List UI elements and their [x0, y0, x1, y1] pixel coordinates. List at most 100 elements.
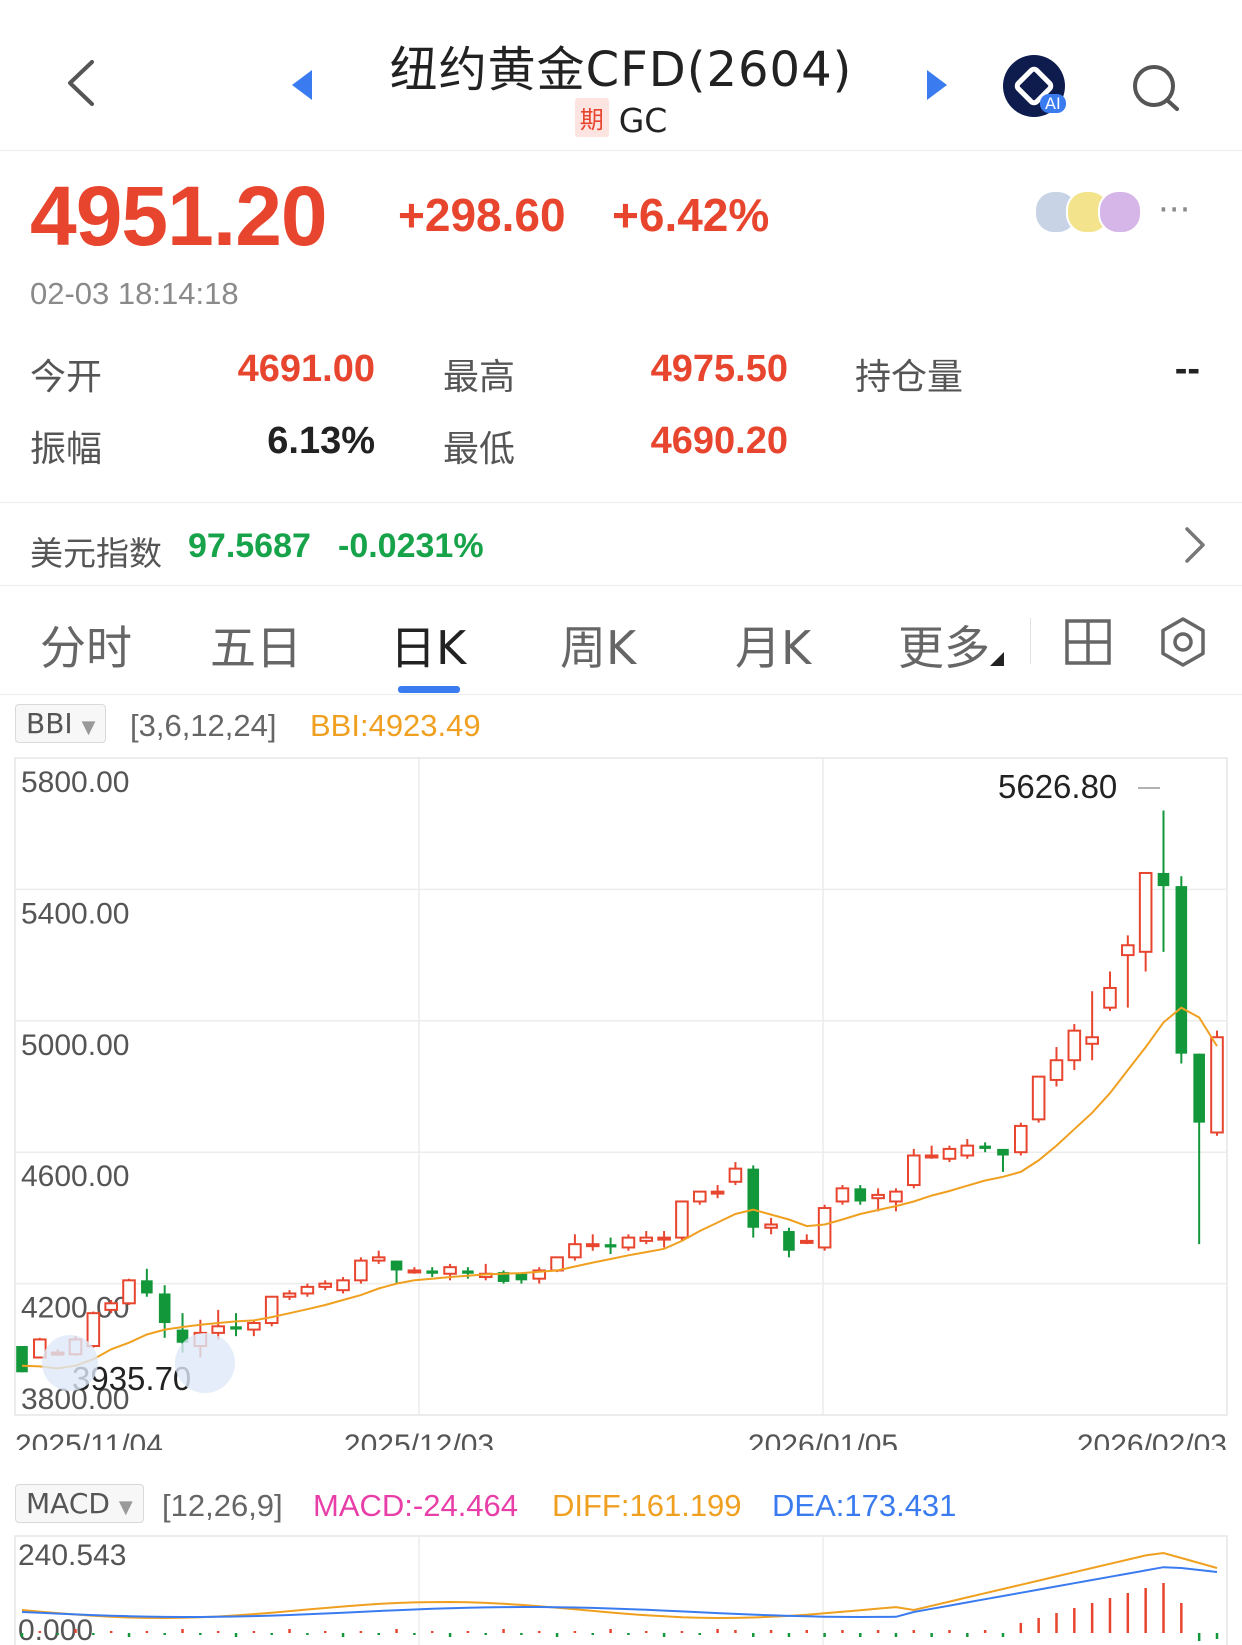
user-avatars[interactable] [1034, 190, 1144, 234]
open-interest-value: -- [1174, 348, 1200, 390]
active-tab-indicator [398, 686, 460, 693]
candle-body [1193, 1053, 1205, 1123]
candle-body [1049, 1059, 1064, 1081]
y-tick-label: 5800.00 [21, 766, 129, 799]
candle-body [799, 1239, 814, 1244]
dea-value: DEA:173.431 [772, 1488, 957, 1523]
candle-body [604, 1244, 617, 1248]
candle-body [889, 1190, 903, 1203]
scroll-left-icon [42, 1335, 98, 1391]
x-axis-date-label: 2026/02/03 [1077, 1429, 1227, 1450]
settings-gear-icon[interactable] [1157, 616, 1209, 668]
dropdown-corner-icon [990, 652, 1004, 666]
open-label: 今开 [30, 357, 103, 398]
price-change: +298.60 [398, 189, 566, 241]
tab-bar-divider [0, 694, 1242, 695]
candle-body [390, 1260, 403, 1271]
tab-more[interactable]: 更多 [898, 612, 1004, 678]
candle-body [318, 1282, 333, 1288]
candle-body [158, 1293, 171, 1324]
max-price-label: 5626.80 [998, 768, 1117, 805]
candle-body [675, 1200, 689, 1239]
x-axis-date-label: 2025/11/04 [15, 1429, 163, 1450]
tab-intraday[interactable]: 分时 [40, 612, 132, 678]
more-icon[interactable]: ··· [1158, 190, 1190, 230]
tab-daily-k[interactable]: 日K [390, 612, 466, 678]
candle-body [835, 1187, 850, 1203]
price-change-percent: +6.42% [612, 189, 770, 241]
layout-grid-icon[interactable] [1064, 618, 1112, 666]
bbi-value: BBI:4923.49 [310, 708, 481, 743]
low-label: 最低 [443, 429, 516, 470]
candle-body [783, 1231, 795, 1251]
candle-body [462, 1270, 474, 1274]
tab-more-label: 更多 [898, 621, 990, 675]
tab-five-day[interactable]: 五日 [210, 612, 302, 678]
indicator-name: BBI [26, 707, 73, 740]
candle-body [764, 1223, 778, 1229]
kline-chart[interactable]: 5800.005400.005000.004600.004200.003800.… [0, 750, 1242, 1450]
candle-body [1103, 986, 1117, 1009]
candle-body [657, 1236, 671, 1241]
candle-body [515, 1273, 528, 1281]
tab-monthly-k[interactable]: 月K [735, 612, 811, 678]
candle-body [568, 1243, 582, 1259]
fullscreen-icon [175, 1333, 235, 1393]
x-axis-date-label: 2025/12/03 [344, 1429, 494, 1450]
candle-body [854, 1188, 867, 1202]
candle-body [1031, 1075, 1046, 1121]
dollar-index-change: -0.0231% [338, 527, 484, 565]
candle-body [407, 1269, 422, 1274]
candle-body [747, 1168, 760, 1228]
candle-body [960, 1144, 975, 1157]
indicator-name: MACD [26, 1487, 110, 1520]
tab-weekly-k[interactable]: 周K [560, 612, 636, 678]
candle-body [979, 1145, 991, 1149]
candle-body [585, 1243, 600, 1248]
candle-body [104, 1302, 118, 1311]
candle-body [906, 1154, 921, 1187]
candle-body [230, 1326, 242, 1330]
candle-body [300, 1285, 315, 1295]
x-axis-date-label: 2026/01/05 [748, 1429, 898, 1450]
candle-body [1138, 871, 1153, 953]
candle-body [1175, 886, 1188, 1054]
candle-body [122, 1279, 136, 1305]
high-value: 4975.50 [650, 348, 788, 390]
candle-body [1157, 872, 1170, 887]
candle-body [1085, 1036, 1099, 1045]
dropdown-arrow-icon: ▼ [81, 717, 96, 738]
macd-params: [12,26,9] [162, 1488, 283, 1523]
indicator-selector-bbi[interactable]: BBI ▼ [15, 704, 107, 743]
candle-body [621, 1236, 636, 1249]
candle-body [639, 1236, 654, 1242]
tab-divider [1030, 618, 1031, 664]
candle-body [141, 1280, 153, 1294]
indicator-selector-macd[interactable]: MACD ▼ [15, 1484, 144, 1523]
macd-frame [14, 1535, 1228, 1645]
open-interest-label: 持仓量 [855, 357, 964, 398]
candle-body [710, 1190, 725, 1195]
candle-body [336, 1279, 350, 1292]
candle-body [282, 1292, 297, 1298]
search-icon[interactable] [1130, 62, 1182, 114]
open-value: 4691.00 [237, 348, 375, 390]
quote-timestamp: 02-03 18:14:18 [30, 276, 239, 311]
macd-dea-line [21, 1566, 1218, 1619]
candle-body [1210, 1036, 1224, 1134]
candle-body [264, 1295, 279, 1325]
candle-body [1121, 944, 1135, 957]
candle-body [371, 1256, 386, 1262]
ai-assistant-button[interactable]: AI [1002, 54, 1066, 118]
amplitude-value: 6.13% [267, 420, 375, 462]
bbi-line [21, 1006, 1218, 1370]
dollar-index-row[interactable]: 美元指数 97.5687 -0.0231% [0, 502, 1242, 586]
dollar-index-value: 97.5687 [188, 527, 311, 565]
candle-body [997, 1148, 1009, 1156]
contract-code-text: GC [618, 101, 668, 140]
candle-body [247, 1322, 261, 1331]
chevron-right-icon [1185, 527, 1205, 563]
candle-body [692, 1190, 707, 1203]
next-contract-arrow-icon[interactable] [925, 68, 949, 102]
macd-value: MACD:-24.464 [313, 1488, 519, 1523]
